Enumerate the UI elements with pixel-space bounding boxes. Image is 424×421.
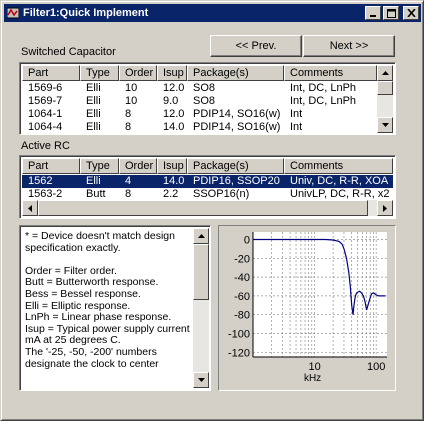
notes-text: * = Device doesn't match design specific… (25, 230, 201, 370)
x-axis-label: kHz (304, 373, 321, 384)
order-cell: 8 (125, 121, 132, 133)
part-cell: 1569-7 (28, 95, 63, 107)
type-cell: Elli (86, 108, 101, 120)
column-header[interactable]: Part (22, 65, 80, 81)
notes-textbox[interactable]: * = Device doesn't match design specific… (19, 225, 211, 391)
package-cell: SO8 (193, 95, 216, 107)
part-cell: 1562 (28, 175, 53, 187)
x-tick-label: 100 (367, 361, 385, 373)
column-header[interactable]: Order (119, 158, 157, 174)
package-cell: PDIP16, SSOP20 (193, 175, 280, 187)
y-tick-label: 0 (244, 235, 250, 247)
y-tick-label: -120 (228, 347, 250, 359)
column-header[interactable]: Isup (157, 158, 187, 174)
scroll-thumb[interactable] (38, 200, 368, 216)
package-cell: PDIP14, SO16(w) (193, 108, 281, 120)
active-rc-label: Active RC (21, 140, 70, 152)
type-cell: Elli (86, 175, 101, 187)
isup-cell: 9.0 (163, 95, 179, 107)
active-rc-list[interactable]: Part Type Order Isup Package(s) Comments… (19, 155, 396, 219)
column-header[interactable]: Comments (284, 65, 377, 81)
prev-button[interactable]: << Prev. (210, 35, 302, 57)
list-body: 1562 Elli 4 14.0 PDIP16, SSOP20 Univ, DC… (22, 175, 393, 201)
horizontal-scrollbar[interactable] (22, 200, 393, 216)
table-row[interactable]: 1569-6 Elli 10 12.0 SO8 Int, DC, LnPh (22, 82, 377, 95)
scroll-right-button[interactable] (377, 200, 393, 216)
list-body: 1569-6 Elli 10 12.0 SO8 Int, DC, LnPh 15… (22, 82, 377, 134)
comments-cell: Univ, DC, R-R, XOA (290, 175, 389, 187)
table-row[interactable]: 1064-4 Elli 8 14.0 PDIP14, SO16(w) Int (22, 121, 377, 134)
switched-capacitor-label: Switched Capacitor (21, 46, 116, 58)
app-icon (6, 7, 20, 19)
notes-scrollbar[interactable] (193, 228, 209, 388)
comments-cell: Int (290, 121, 303, 133)
comments-cell: Int (290, 108, 303, 120)
isup-cell: 12.0 (163, 108, 185, 120)
column-header[interactable]: Isup (157, 65, 187, 81)
comments-cell: Int, DC, LnPh (290, 82, 357, 94)
isup-cell: 14.0 (163, 121, 185, 133)
y-tick-label: -100 (228, 329, 250, 341)
part-cell: 1569-6 (28, 82, 63, 94)
quick-implement-window: Filter1:Quick Implement Switched Capacit… (0, 0, 424, 421)
scroll-thumb[interactable] (193, 244, 209, 300)
y-tick-label: -60 (234, 291, 250, 303)
title-bar[interactable]: Filter1:Quick Implement (4, 4, 421, 22)
frequency-response-plot: 0 -20 -40 -60 -80 -100 -120 10 100 kHz (218, 225, 396, 391)
list-header: Part Type Order Isup Package(s) Comments (22, 158, 393, 174)
scroll-down-button[interactable] (193, 372, 209, 388)
isup-cell: 12.0 (163, 82, 185, 94)
minimize-button[interactable] (365, 6, 381, 20)
scroll-up-button[interactable] (377, 65, 393, 81)
maximize-button[interactable] (383, 6, 399, 20)
isup-cell: 14.0 (163, 175, 185, 187)
y-tick-label: -40 (234, 272, 250, 284)
column-header[interactable]: Type (80, 65, 119, 81)
type-cell: Elli (86, 95, 101, 107)
column-header[interactable]: Type (80, 158, 119, 174)
column-header[interactable]: Comments (284, 158, 393, 174)
switched-capacitor-list[interactable]: Part Type Order Isup Package(s) Comments… (19, 62, 396, 135)
table-row-selected[interactable]: 1562 Elli 4 14.0 PDIP16, SSOP20 Univ, DC… (22, 175, 393, 188)
table-row[interactable]: 1064-1 Elli 8 12.0 PDIP14, SO16(w) Int (22, 108, 377, 121)
part-cell: 1064-1 (28, 108, 63, 120)
y-tick-label: -80 (234, 310, 250, 322)
scroll-left-button[interactable] (22, 200, 38, 216)
y-tick-label: -20 (234, 253, 250, 265)
order-cell: 8 (125, 108, 132, 120)
order-cell: 10 (125, 82, 138, 94)
column-header[interactable]: Package(s) (187, 158, 284, 174)
type-cell: Elli (86, 121, 101, 133)
order-cell: 4 (125, 175, 132, 187)
x-tick-label: 10 (308, 361, 320, 373)
table-row[interactable]: 1569-7 Elli 10 9.0 SO8 Int, DC, LnPh (22, 95, 377, 108)
window-title: Filter1:Quick Implement (23, 7, 149, 19)
vertical-scrollbar[interactable] (377, 65, 393, 133)
package-cell: SO8 (193, 82, 216, 94)
part-cell: 1064-4 (28, 121, 63, 133)
column-header[interactable]: Package(s) (187, 65, 284, 81)
response-chart-svg: 0 -20 -40 -60 -80 -100 -120 10 100 kHz (228, 232, 387, 384)
next-button[interactable]: Next >> (303, 35, 395, 57)
list-header: Part Type Order Isup Package(s) Comments (22, 65, 377, 81)
column-header[interactable]: Order (119, 65, 157, 81)
package-cell: PDIP14, SO16(w) (193, 121, 281, 133)
type-cell: Elli (86, 82, 101, 94)
order-cell: 10 (125, 95, 138, 107)
scroll-up-button[interactable] (193, 228, 209, 244)
scroll-thumb[interactable] (377, 81, 393, 95)
close-button[interactable] (403, 6, 419, 20)
column-header[interactable]: Part (22, 158, 80, 174)
scroll-down-button[interactable] (377, 117, 393, 133)
plot-area (253, 232, 387, 357)
comments-cell: Int, DC, LnPh (290, 95, 357, 107)
